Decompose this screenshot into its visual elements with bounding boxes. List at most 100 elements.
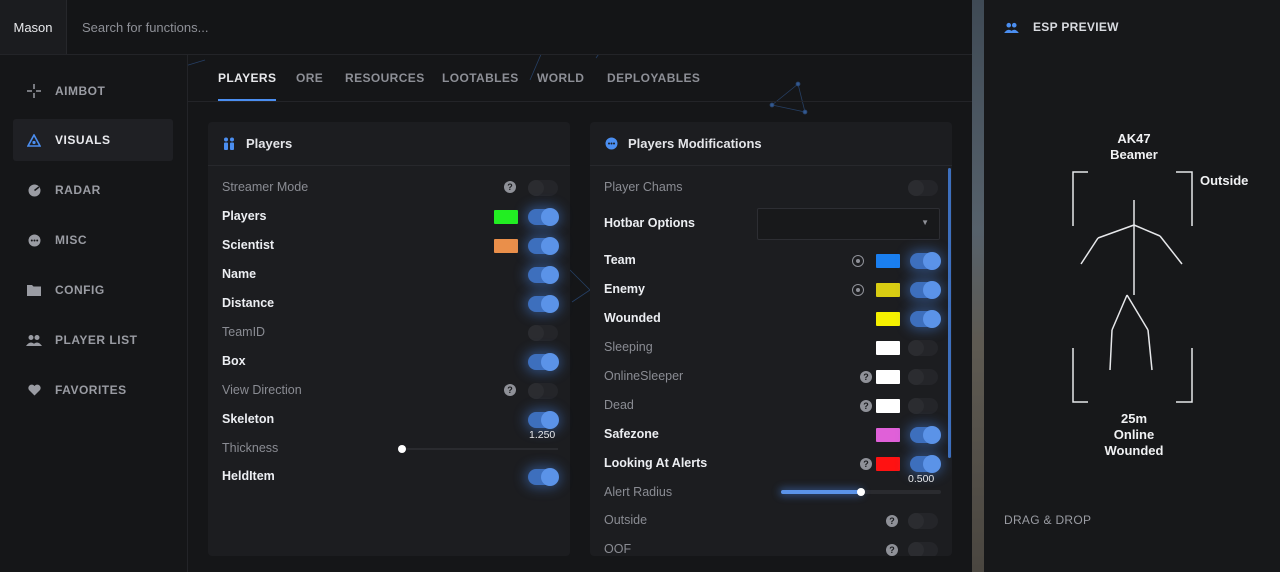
row-label: Enemy — [604, 282, 645, 296]
sleeping-color-swatch[interactable] — [876, 341, 900, 355]
distance-toggle[interactable] — [528, 295, 559, 313]
wounded-color-swatch[interactable] — [876, 312, 900, 326]
drag-drop-label: DRAG & DROP — [1004, 513, 1092, 527]
help-icon[interactable]: ? — [860, 458, 872, 470]
row-safezone: Safezone — [590, 425, 952, 445]
dead-toggle[interactable] — [908, 398, 938, 414]
row-label: Alert Radius — [604, 485, 673, 499]
sidebar-item-player-list[interactable]: PLAYER LIST — [13, 319, 173, 361]
row-label: OnlineSleeper — [604, 369, 684, 383]
name-toggle[interactable] — [528, 266, 559, 284]
alert-radius-slider-handle[interactable] — [857, 488, 865, 496]
oof-toggle[interactable] — [908, 542, 938, 556]
sidebar-item-label: RADAR — [55, 183, 101, 197]
onlinesleeper-color-swatch[interactable] — [876, 370, 900, 384]
safezone-toggle[interactable] — [910, 426, 941, 444]
players-panel: Players Streamer Mode ? Players Scientis… — [208, 122, 570, 556]
thickness-slider-handle[interactable] — [398, 445, 406, 453]
tab-players[interactable]: PLAYERS — [218, 66, 277, 101]
search-input[interactable]: Search for functions... — [70, 0, 382, 54]
help-icon[interactable]: ? — [860, 371, 872, 383]
sidebar-item-favorites[interactable]: FAVORITES — [13, 369, 173, 411]
thickness-slider-track[interactable] — [400, 448, 558, 450]
help-icon[interactable]: ? — [504, 384, 516, 396]
row-players: Players — [208, 207, 570, 227]
team-color-swatch[interactable] — [876, 254, 900, 268]
row-scientist: Scientist — [208, 236, 570, 256]
onlinesleeper-toggle[interactable] — [908, 369, 938, 385]
hotbar-options-dropdown[interactable]: ▼ — [757, 208, 940, 240]
row-label: HeldItem — [222, 469, 275, 483]
sidebar-item-aimbot[interactable]: AIMBOT — [13, 70, 173, 112]
safezone-color-swatch[interactable] — [876, 428, 900, 442]
team-toggle[interactable] — [910, 252, 941, 270]
row-label: Team — [604, 253, 636, 267]
streamer-mode-toggle[interactable] — [528, 180, 558, 196]
esp-name-label: Beamer — [1110, 147, 1158, 162]
row-oof: OOF ? — [590, 540, 952, 556]
enemy-toggle[interactable] — [910, 281, 941, 299]
help-icon[interactable]: ? — [860, 400, 872, 412]
skeleton-toggle[interactable] — [528, 411, 559, 429]
help-icon[interactable]: ? — [504, 181, 516, 193]
user-name[interactable]: Mason — [0, 0, 67, 54]
row-onlinesleeper: OnlineSleeper ? — [590, 367, 952, 387]
row-looking-at-alerts: Looking At Alerts ? — [590, 454, 952, 474]
looking-at-alerts-color-swatch[interactable] — [876, 457, 900, 471]
esp-side-label: Outside — [1200, 173, 1249, 188]
gear-icon[interactable] — [852, 284, 864, 296]
players-modifications-panel: Players Modifications Player Chams Hotba… — [590, 122, 952, 556]
sidebar-item-label: VISUALS — [55, 133, 111, 147]
tab-ore[interactable]: ORE — [296, 66, 323, 102]
help-icon[interactable]: ? — [886, 544, 898, 556]
folder-icon — [25, 284, 43, 296]
helditem-toggle[interactable] — [528, 468, 559, 486]
looking-at-alerts-toggle[interactable] — [910, 455, 941, 473]
players-icon — [222, 137, 236, 151]
row-thickness: Thickness — [208, 439, 570, 459]
view-direction-toggle[interactable] — [528, 383, 558, 399]
wounded-toggle[interactable] — [910, 310, 941, 328]
mods-panel-header: Players Modifications — [590, 122, 952, 166]
tab-resources[interactable]: RESOURCES — [345, 66, 425, 102]
dead-color-swatch[interactable] — [876, 399, 900, 413]
sidebar-item-label: PLAYER LIST — [55, 333, 138, 347]
row-label: Name — [222, 267, 257, 281]
tab-deployables[interactable]: DEPLOYABLES — [607, 66, 700, 102]
player-chams-toggle[interactable] — [908, 180, 938, 196]
row-skeleton: Skeleton — [208, 410, 570, 430]
row-label: Player Chams — [604, 180, 683, 194]
teamid-toggle[interactable] — [528, 325, 558, 341]
sidebar-item-misc[interactable]: MISC — [13, 219, 173, 261]
radar-icon — [25, 184, 43, 197]
row-label: Sleeping — [604, 340, 653, 354]
outside-toggle[interactable] — [908, 513, 938, 529]
sleeping-toggle[interactable] — [908, 340, 938, 356]
enemy-color-swatch[interactable] — [876, 283, 900, 297]
scientist-toggle[interactable] — [528, 237, 559, 255]
row-label: Wounded — [604, 311, 661, 325]
row-wounded: Wounded — [590, 309, 952, 329]
tab-lootables[interactable]: LOOTABLES — [442, 66, 519, 102]
sidebar-item-visuals[interactable]: VISUALS — [13, 119, 173, 161]
row-team: Team — [590, 251, 952, 271]
players-color-swatch[interactable] — [494, 210, 518, 224]
tab-world[interactable]: WORLD — [537, 66, 584, 102]
sidebar-item-label: CONFIG — [55, 283, 105, 297]
players-panel-title: Players — [246, 136, 293, 151]
box-toggle[interactable] — [528, 353, 559, 371]
esp-status-wounded: Wounded — [1104, 443, 1164, 458]
game-background-strip — [972, 0, 984, 572]
gear-icon[interactable] — [852, 255, 864, 267]
esp-distance-label: 25m — [1120, 411, 1148, 426]
row-distance: Distance — [208, 294, 570, 314]
row-name: Name — [208, 265, 570, 285]
sidebar-item-radar[interactable]: RADAR — [13, 169, 173, 211]
players-toggle[interactable] — [528, 208, 559, 226]
help-icon[interactable]: ? — [886, 515, 898, 527]
sidebar-item-config[interactable]: CONFIG — [13, 269, 173, 311]
esp-status-online: Online — [1113, 427, 1155, 442]
users-icon — [1004, 22, 1019, 33]
scientist-color-swatch[interactable] — [494, 239, 518, 253]
mods-panel-title: Players Modifications — [628, 136, 762, 151]
